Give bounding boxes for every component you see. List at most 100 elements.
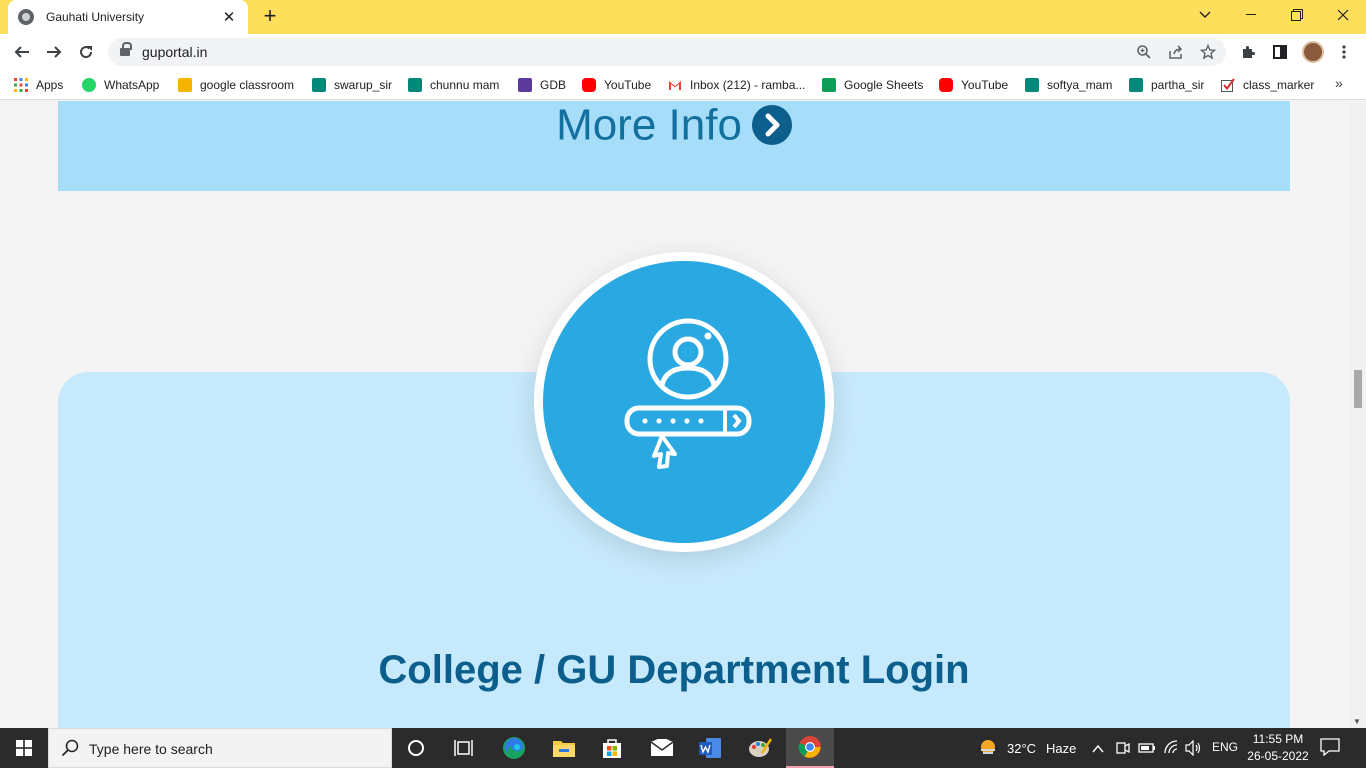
bookmark-whatsapp[interactable]: WhatsApp [82, 76, 159, 94]
bookmark-label: YouTube [604, 78, 652, 92]
windows-taskbar: Type here to search 32°C Haze ENG 11:55 … [0, 728, 1366, 768]
file-explorer-icon[interactable] [540, 728, 588, 768]
share-icon[interactable] [1166, 42, 1186, 62]
chevron-up-icon[interactable] [1092, 741, 1104, 759]
clock-time: 11:55 PM [1252, 732, 1304, 746]
clock-date: 26-05-2022 [1247, 749, 1309, 763]
bookmark-label: class_marker [1243, 78, 1315, 92]
paint-icon[interactable] [736, 728, 784, 768]
side-panel-icon[interactable] [1266, 38, 1294, 66]
gdb-icon [518, 78, 532, 92]
taskbar-search-box[interactable]: Type here to search [48, 728, 392, 768]
bookmark-label: partha_sir [1151, 78, 1205, 92]
bookmark-softya-mam[interactable]: softya_mam [1025, 76, 1112, 94]
edge-browser-icon[interactable] [490, 728, 538, 768]
more-info-link[interactable]: More Info [58, 103, 1290, 147]
bookmark-youtube[interactable]: YouTube [582, 76, 651, 94]
scroll-down-arrow-icon[interactable]: ▼ [1353, 717, 1361, 726]
browser-toolbar: guportal.in [0, 34, 1366, 70]
bookmark-apps[interactable]: Apps [14, 76, 63, 94]
bookmark-label: Apps [36, 78, 64, 92]
page-content: More Info College / GU Department Login [0, 101, 1350, 728]
lock-icon[interactable] [120, 42, 132, 58]
login-circle[interactable] [534, 252, 834, 552]
notification-icon[interactable] [1320, 738, 1340, 761]
gmail-icon [668, 78, 682, 92]
tab-strip: Gauhati University ✕ + [0, 0, 1366, 34]
bookmark-youtube-2[interactable]: YouTube [939, 76, 1008, 94]
zoom-icon[interactable] [1134, 42, 1154, 62]
bookmark-class-marker[interactable]: class_marker [1221, 76, 1314, 94]
bookmark-google-classroom[interactable]: google classroom [178, 76, 294, 94]
user-password-login-icon [624, 318, 752, 469]
wifi-icon[interactable] [1163, 740, 1179, 759]
bookmark-inbox[interactable]: Inbox (212) - ramba... [668, 76, 805, 94]
login-circle-inner [543, 261, 825, 543]
bookmark-label: google classroom [200, 78, 295, 92]
more-info-label[interactable]: More Info [556, 101, 742, 149]
task-view-icon[interactable] [440, 728, 488, 768]
whatsapp-icon [82, 78, 96, 92]
youtube-icon [582, 78, 596, 92]
back-arrow-icon[interactable] [8, 38, 36, 66]
apps-grid-icon [14, 78, 28, 92]
forward-arrow-icon[interactable] [40, 38, 68, 66]
search-placeholder[interactable]: Type here to search [89, 741, 213, 757]
windows-start-icon[interactable] [0, 728, 48, 768]
classroom-icon [178, 78, 192, 92]
bookmark-label: chunnu mam [430, 78, 500, 92]
bookmark-label: GDB [540, 78, 567, 92]
address-bar[interactable]: guportal.in [108, 38, 1226, 66]
scrollbar-thumb[interactable] [1354, 370, 1362, 408]
sheets-icon [822, 78, 836, 92]
weather-condition[interactable]: Haze [1046, 741, 1076, 756]
bookmark-label: Google Sheets [844, 78, 924, 92]
browser-tab[interactable]: Gauhati University ✕ [8, 0, 248, 34]
microsoft-store-icon[interactable] [588, 728, 636, 768]
profile-avatar[interactable] [1302, 41, 1324, 63]
bookmark-google-sheets[interactable]: Google Sheets [822, 76, 923, 94]
volume-icon[interactable] [1185, 739, 1203, 761]
bookmark-label: WhatsApp [104, 78, 160, 92]
battery-icon[interactable] [1138, 741, 1156, 759]
meet-icon [1129, 78, 1143, 92]
bookmark-chunnu-mam[interactable]: chunnu mam [408, 76, 499, 94]
meet-icon [408, 78, 422, 92]
meet-icon [312, 78, 326, 92]
site-favicon-icon [18, 9, 34, 25]
weather-haze-icon[interactable] [978, 738, 998, 763]
bookmark-label: YouTube [961, 78, 1009, 92]
bookmark-label: Inbox (212) - ramba... [690, 78, 806, 92]
reload-icon[interactable] [72, 38, 100, 66]
new-tab-button[interactable]: + [258, 4, 282, 28]
bookmark-star-icon[interactable] [1198, 42, 1218, 62]
bookmark-gdb[interactable]: GDB [518, 76, 566, 94]
url-text[interactable]: guportal.in [142, 44, 207, 60]
bookmark-partha-sir[interactable]: partha_sir [1129, 76, 1204, 94]
close-tab-icon[interactable]: ✕ [220, 8, 238, 26]
word-icon[interactable] [686, 728, 734, 768]
mail-icon[interactable] [638, 728, 686, 768]
meet-now-icon[interactable] [1116, 740, 1130, 761]
cortana-icon[interactable] [392, 728, 440, 768]
chrome-icon[interactable] [786, 728, 834, 768]
close-window-button[interactable] [1320, 0, 1366, 30]
bookmark-swarup-sir[interactable]: swarup_sir [312, 76, 392, 94]
tab-title: Gauhati University [46, 10, 145, 24]
page-scrollbar[interactable]: ▼ [1350, 101, 1366, 728]
minimize-button[interactable] [1228, 0, 1274, 30]
bookmark-label: softya_mam [1047, 78, 1113, 92]
language-indicator[interactable]: ENG [1212, 740, 1238, 754]
bookmarks-bar: Apps WhatsApp google classroom swarup_si… [0, 70, 1366, 100]
restore-button[interactable] [1274, 0, 1320, 30]
chevron-right-circle-icon[interactable] [751, 105, 792, 146]
extensions-icon[interactable] [1234, 38, 1262, 66]
info-band: More Info [58, 101, 1290, 191]
login-title[interactable]: College / GU Department Login [58, 648, 1290, 693]
tab-search-icon[interactable] [1182, 0, 1228, 30]
youtube-icon [939, 78, 953, 92]
system-clock[interactable]: 11:55 PM 26-05-2022 [1238, 731, 1318, 765]
weather-temperature[interactable]: 32°C [1007, 741, 1036, 756]
double-chevron-icon[interactable]: » [1335, 75, 1343, 91]
menu-kebab-icon[interactable] [1330, 38, 1358, 66]
